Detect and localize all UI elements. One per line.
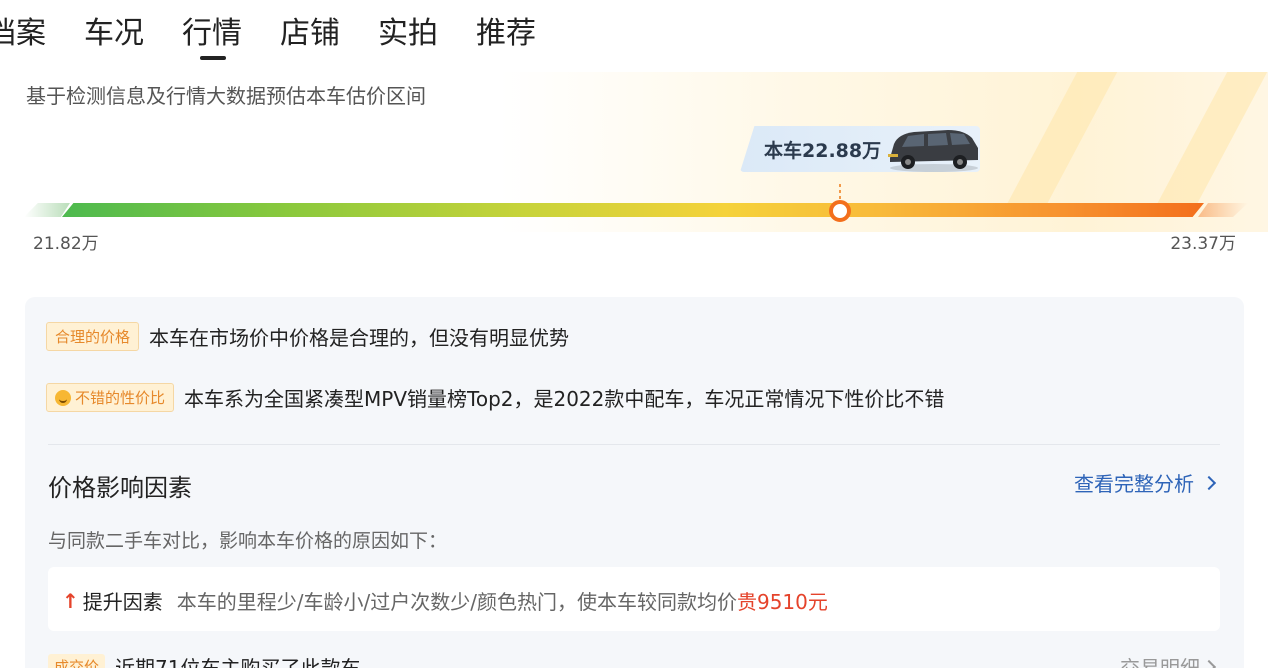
price-subtitle: 基于检测信息及行情大数据预估本车估价区间: [26, 84, 426, 108]
factor-up-detail: 本车的里程少/车龄小/过户次数少/颜色热门，使本车较同款均价: [176, 590, 737, 614]
tab-condition[interactable]: 车况: [84, 14, 144, 54]
price-range-bar: [62, 203, 1204, 217]
factors-title: 价格影响因素: [48, 474, 192, 502]
view-full-analysis-link[interactable]: 查看完整分析: [1074, 468, 1217, 497]
tab-market[interactable]: 行情: [182, 14, 242, 60]
deal-price-badge: 成交价: [48, 654, 106, 668]
assessment-row-reasonable: 合理的价格 本车在市场价中价格是合理的，但没有明显优势: [46, 322, 569, 351]
factor-up-label: 提升因素: [82, 590, 163, 614]
arrow-up-icon: ↑: [62, 588, 79, 613]
price-min-label: 21.82万: [33, 234, 99, 254]
chevron-right-icon: [1201, 659, 1217, 668]
value-badge: 不错的性价比: [46, 383, 175, 412]
deal-details-link[interactable]: 交易明细: [1120, 652, 1217, 668]
chevron-right-icon: [1201, 475, 1217, 490]
value-badge-label: 不错的性价比: [75, 389, 166, 407]
tab-store[interactable]: 店铺: [280, 14, 340, 54]
page: 档案 车况 行情 店铺 实拍 推荐 基于检测信息及行情大数据预估本车估价区间 本…: [0, 0, 1268, 668]
reasonable-price-badge: 合理的价格: [46, 322, 140, 351]
price-max-label: 23.37万: [1170, 234, 1236, 254]
factor-up-emphasis: 贵9510元: [736, 590, 828, 614]
deal-details-label: 交易明细: [1120, 656, 1200, 668]
deals-text: 近期71位车主购买了此款车: [115, 656, 361, 668]
divider: [48, 444, 1220, 445]
factors-description: 与同款二手车对比，影响本车价格的原因如下：: [48, 530, 448, 552]
tab-archive[interactable]: 档案: [0, 14, 46, 54]
factor-up-row: ↑ 提升因素 本车的里程少/车龄小/过户次数少/颜色热门，使本车较同款均价 贵9…: [62, 586, 828, 615]
tab-photos[interactable]: 实拍: [378, 14, 438, 54]
current-price-label: 本车22.88万: [764, 140, 882, 162]
value-text: 本车系为全国紧凑型MPV销量榜Top2，是2022款中配车，车况正常情况下性价比…: [184, 387, 945, 411]
tab-recommend[interactable]: 推荐: [476, 14, 536, 54]
current-price-marker: [829, 200, 851, 222]
reasonable-price-text: 本车在市场价中价格是合理的，但没有明显优势: [149, 326, 570, 350]
assessment-row-value: 不错的性价比 本车系为全国紧凑型MPV销量榜Top2，是2022款中配车，车况正…: [46, 383, 944, 412]
deals-row: 成交价 近期71位车主购买了此款车: [48, 652, 360, 668]
smile-icon: [55, 389, 71, 406]
view-full-analysis-label: 查看完整分析: [1074, 472, 1194, 496]
price-bar-left-fade: [24, 203, 70, 217]
car-icon: [888, 130, 978, 172]
section-tabs: 档案 车况 行情 店铺 实拍 推荐: [0, 14, 536, 60]
